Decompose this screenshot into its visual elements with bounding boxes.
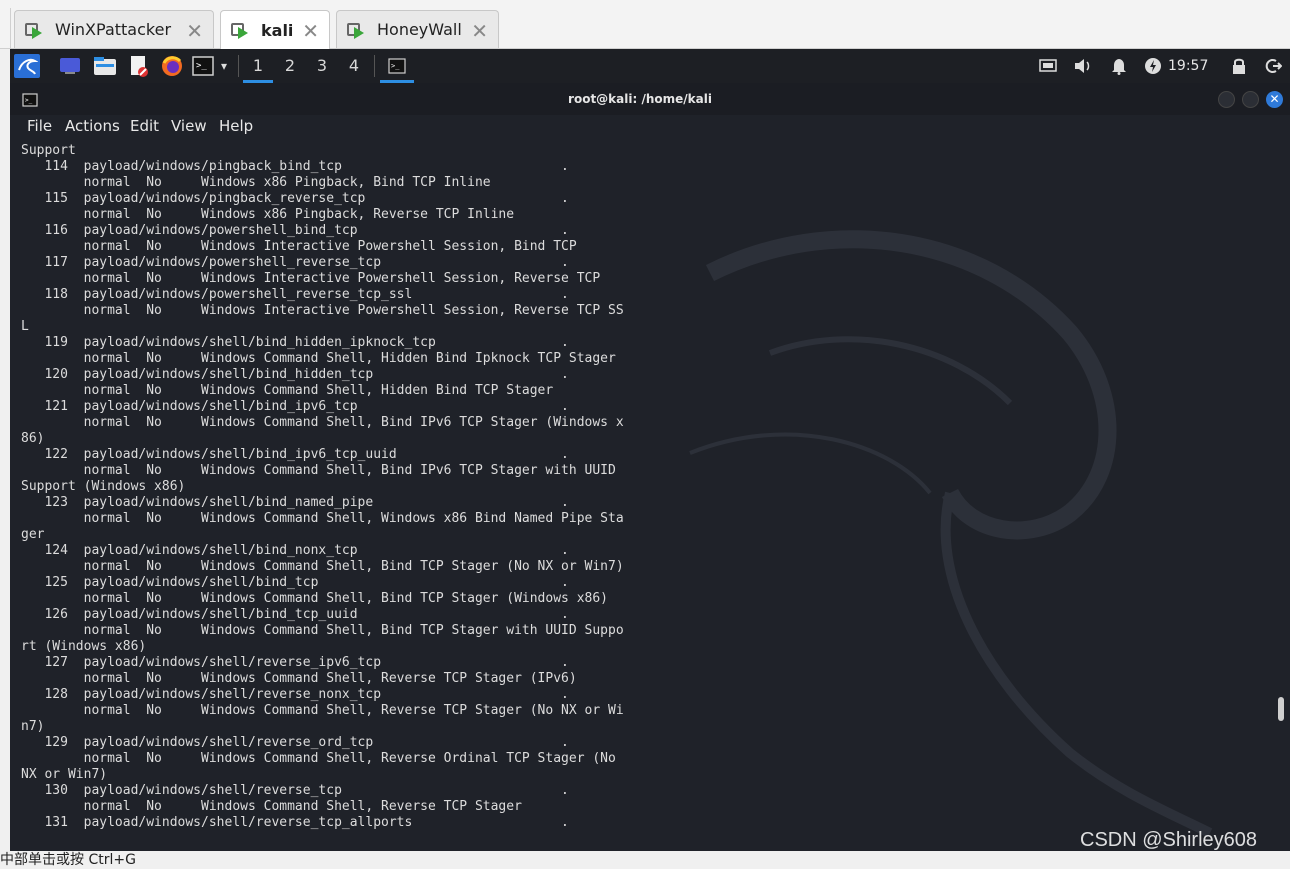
lock-icon[interactable]: [1230, 54, 1248, 78]
menu-view[interactable]: View: [171, 117, 207, 135]
workspace-1[interactable]: 1: [243, 49, 273, 83]
terminal-line: normal No Windows Command Shell, Windows…: [21, 511, 624, 526]
terminal-line: rt (Windows x86): [21, 639, 147, 654]
terminal-menubar: File Actions Edit View Help: [10, 115, 1290, 139]
scrollbar-thumb[interactable]: [1278, 697, 1284, 721]
firefox-icon[interactable]: [160, 54, 184, 78]
terminal-line: normal No Windows Command Shell, Bind IP…: [21, 415, 624, 430]
vm-tab-label: HoneyWall: [377, 20, 462, 39]
terminal-line: normal No Windows x86 Pingback, Reverse …: [21, 207, 515, 222]
terminal-line: n7): [21, 719, 45, 734]
terminal-line: 129 payload/windows/shell/reverse_ord_tc…: [21, 735, 569, 750]
vm-tab-honeywall[interactable]: HoneyWall ✕: [336, 10, 499, 48]
terminal-line: normal No Windows Command Shell, Reverse…: [21, 671, 577, 686]
terminal-task-icon[interactable]: >_: [380, 49, 414, 83]
host-status-strip: 中部单击或按 Ctrl+G: [0, 851, 1290, 868]
vm-tab-winxpattacker[interactable]: WinXPattacker ✕: [14, 10, 214, 48]
terminal-line: 124 payload/windows/shell/bind_nonx_tcp …: [21, 543, 569, 558]
workspace-4[interactable]: 4: [339, 49, 369, 83]
panel-separator: [374, 55, 375, 77]
terminal-line: 115 payload/windows/pingback_reverse_tcp…: [21, 191, 569, 206]
terminal-line: normal No Windows Interactive Powershell…: [21, 239, 577, 254]
vm-tab-label: kali: [261, 20, 294, 40]
terminal-line: normal No Windows Command Shell, Hidden …: [21, 351, 616, 366]
vm-tab-label: WinXPattacker: [55, 20, 172, 39]
terminal-window[interactable]: >_ root@kali: /home/kali ✕ File Actions …: [10, 83, 1290, 851]
terminal-line: ger: [21, 527, 45, 542]
terminal-line: L: [21, 319, 29, 334]
vm-icon: [231, 20, 251, 40]
clock[interactable]: 19:57: [1168, 49, 1208, 83]
menu-file[interactable]: File: [27, 117, 52, 135]
terminal-line: 120 payload/windows/shell/bind_hidden_tc…: [21, 367, 569, 382]
window-title: root@kali: /home/kali: [568, 92, 712, 106]
host-hint: 中部单击或按 Ctrl+G: [0, 852, 136, 868]
terminal-line: normal No Windows Command Shell, Bind TC…: [21, 623, 624, 638]
terminal-line: 118 payload/windows/powershell_reverse_t…: [21, 287, 569, 302]
terminal-line: normal No Windows Command Shell, Reverse…: [21, 751, 616, 766]
terminal-line: normal No Windows Command Shell, Reverse…: [21, 799, 522, 814]
terminal-line: normal No Windows Command Shell, Hidden …: [21, 383, 554, 398]
menu-edit[interactable]: Edit: [130, 117, 159, 135]
terminal-line: 127 payload/windows/shell/reverse_ipv6_t…: [21, 655, 569, 670]
close-icon[interactable]: ✕: [302, 19, 319, 43]
power-manager-icon[interactable]: [1144, 54, 1162, 78]
text-editor-icon[interactable]: [128, 54, 150, 78]
terminal-line: normal No Windows Interactive Powershell…: [21, 271, 601, 286]
terminal-line: 130 payload/windows/shell/reverse_tcp .: [21, 783, 569, 798]
terminal-line: 122 payload/windows/shell/bind_ipv6_tcp_…: [21, 447, 569, 462]
menu-help[interactable]: Help: [219, 117, 253, 135]
terminal-line: 125 payload/windows/shell/bind_tcp .: [21, 575, 569, 590]
terminal-line: 131 payload/windows/shell/reverse_tcp_al…: [21, 815, 569, 830]
terminal-line: normal No Windows Command Shell, Bind TC…: [21, 559, 624, 574]
terminal-line: normal No Windows Command Shell, Bind TC…: [21, 591, 608, 606]
logout-icon[interactable]: [1264, 54, 1282, 78]
terminal-titlebar[interactable]: >_ root@kali: /home/kali ✕: [10, 83, 1290, 115]
vm-tab-strip: WinXPattacker ✕ kali ✕ HoneyWall ✕: [0, 0, 1290, 49]
tab-strip-edge: [0, 8, 11, 48]
watermark: CSDN @Shirley608: [1080, 829, 1258, 851]
terminal-line: 114 payload/windows/pingback_bind_tcp .: [21, 159, 569, 174]
terminal-line: normal No Windows Command Shell, Bind IP…: [21, 463, 616, 478]
svg-text:>_: >_: [391, 62, 400, 70]
minimize-button[interactable]: [1218, 91, 1235, 108]
terminal-line: 121 payload/windows/shell/bind_ipv6_tcp …: [21, 399, 569, 414]
vm-icon: [25, 20, 45, 40]
workspace-2[interactable]: 2: [275, 49, 305, 83]
menu-actions[interactable]: Actions: [65, 117, 120, 135]
terminal-line: 117 payload/windows/powershell_reverse_t…: [21, 255, 569, 270]
vm-tab-kali[interactable]: kali ✕: [220, 10, 330, 49]
terminal-line: normal No Windows x86 Pingback, Bind TCP…: [21, 175, 491, 190]
vm-icon: [347, 20, 367, 40]
kali-menu-icon[interactable]: [14, 54, 40, 78]
volume-icon[interactable]: [1072, 54, 1094, 78]
svg-text:>_: >_: [196, 61, 207, 71]
terminal-line: 86): [21, 431, 45, 446]
terminal-line: Support (Windows x86): [21, 479, 186, 494]
panel-separator: [238, 55, 239, 77]
chevron-down-icon[interactable]: ▾: [217, 54, 231, 78]
terminal-line: NX or Win7): [21, 767, 108, 782]
bell-icon[interactable]: [1110, 54, 1128, 78]
close-button[interactable]: ✕: [1266, 91, 1283, 108]
terminal-line: normal No Windows Command Shell, Reverse…: [21, 703, 624, 718]
top-panel: >_ ▾ 1 2 3 4 >_ 19:57: [10, 49, 1290, 83]
close-icon[interactable]: ✕: [186, 19, 203, 43]
close-icon[interactable]: ✕: [471, 19, 488, 43]
terminal-line: 119 payload/windows/shell/bind_hidden_ip…: [21, 335, 569, 350]
workspace-3[interactable]: 3: [307, 49, 337, 83]
terminal-line: Support: [21, 143, 76, 158]
terminal-line: 123 payload/windows/shell/bind_named_pip…: [21, 495, 569, 510]
terminal-line: 116 payload/windows/powershell_bind_tcp …: [21, 223, 569, 238]
terminal-output[interactable]: Support 114 payload/windows/pingback_bin…: [21, 143, 1261, 851]
terminal-line: 126 payload/windows/shell/bind_tcp_uuid …: [21, 607, 569, 622]
network-icon[interactable]: [1038, 54, 1058, 78]
terminal-icon[interactable]: >_: [191, 54, 215, 78]
file-manager-icon[interactable]: [92, 54, 118, 78]
maximize-button[interactable]: [1242, 91, 1259, 108]
terminal-line: 128 payload/windows/shell/reverse_nonx_t…: [21, 687, 569, 702]
terminal-line: normal No Windows Interactive Powershell…: [21, 303, 624, 318]
desktop-icon[interactable]: [58, 54, 82, 78]
